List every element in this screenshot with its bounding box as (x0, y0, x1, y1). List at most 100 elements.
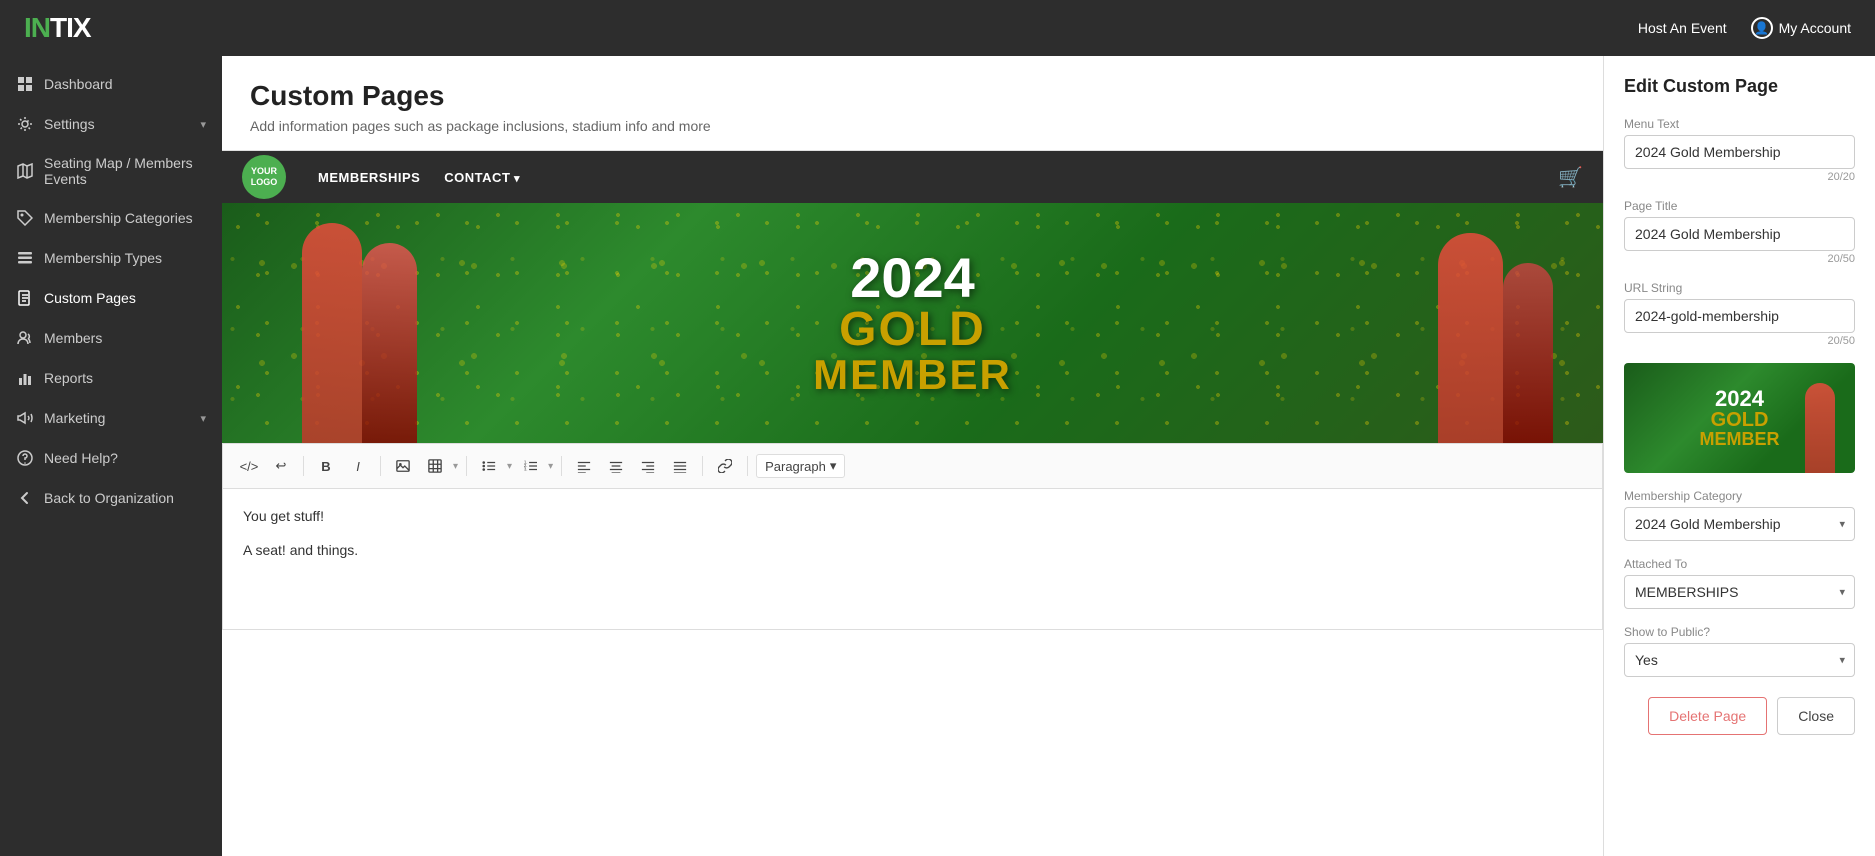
attached-to-label: Attached To (1624, 557, 1855, 571)
toolbar-table-btn[interactable] (421, 452, 449, 480)
athlete-figure-3 (1438, 233, 1503, 443)
bullet-dropdown-arrow[interactable]: ▾ (507, 461, 512, 472)
membership-category-select[interactable]: 2024 Gold Membership Silver Membership B… (1624, 507, 1855, 541)
preview-nav: YOUR LOGO MEMBERSHIPS CONTACT 🛒 (222, 151, 1603, 203)
sidebar-label-marketing: Marketing (44, 410, 105, 426)
thumb-member: MEMBER (1700, 430, 1780, 448)
chevron-down-icon-marketing: ▾ (200, 412, 206, 425)
editor-toolbar: </> ↩ B I ▾ (223, 444, 1602, 489)
toolbar-italic-btn[interactable]: I (344, 452, 372, 480)
sidebar-item-membership-types[interactable]: Membership Types (0, 238, 222, 278)
toolbar-num-list-btn[interactable]: 1.2.3. (516, 452, 544, 480)
menu-text-count: 20/20 (1624, 171, 1855, 183)
top-nav-right: Host An Event 👤 My Account (1638, 17, 1851, 39)
toolbar-justify-btn[interactable] (666, 452, 694, 480)
grid-icon (16, 75, 34, 93)
page-title-group: Page Title 20/50 (1624, 199, 1855, 265)
sidebar-label-settings: Settings (44, 116, 95, 132)
thumb-athlete (1805, 383, 1835, 473)
page-title-input[interactable] (1624, 217, 1855, 251)
athlete-figure-4 (1503, 263, 1553, 443)
preview-logo-text: YOUR LOGO (242, 166, 286, 188)
membership-category-group: Membership Category 2024 Gold Membership… (1624, 489, 1855, 541)
toolbar-code-btn[interactable]: </> (235, 452, 263, 480)
athlete-figure-2 (362, 243, 417, 443)
show-to-public-group: Show to Public? Yes No ▾ (1624, 625, 1855, 677)
sidebar-item-dashboard[interactable]: Dashboard (0, 64, 222, 104)
sidebar-item-members[interactable]: Members (0, 318, 222, 358)
url-string-label: URL String (1624, 281, 1855, 295)
sidebar-item-back-to-org[interactable]: Back to Organization (0, 478, 222, 518)
toolbar-link-btn[interactable] (711, 452, 739, 480)
sidebar-item-seating-map[interactable]: Seating Map / Members Events (0, 144, 222, 198)
toolbar-image-btn[interactable] (389, 452, 417, 480)
toolbar-bold-btn[interactable]: B (312, 452, 340, 480)
menu-text-group: Menu Text 20/20 (1624, 117, 1855, 183)
page-title-label: Page Title (1624, 199, 1855, 213)
svg-text:3.: 3. (524, 466, 528, 471)
paragraph-arrow: ▾ (830, 458, 837, 474)
hero-gold: GOLD (813, 306, 1012, 354)
megaphone-icon (16, 409, 34, 427)
sidebar-label-members: Members (44, 330, 102, 346)
panel-title: Edit Custom Page (1624, 76, 1855, 97)
editor-content[interactable]: You get stuff! A seat! and things. (223, 489, 1602, 629)
attached-to-wrapper: MEMBERSHIPS EVENTS ▾ (1624, 575, 1855, 609)
attached-to-select[interactable]: MEMBERSHIPS EVENTS (1624, 575, 1855, 609)
toolbar-separator-2 (380, 456, 381, 476)
toolbar-undo-btn[interactable]: ↩ (267, 452, 295, 480)
sidebar-label-dashboard: Dashboard (44, 76, 113, 92)
page-icon (16, 289, 34, 307)
delete-page-button[interactable]: Delete Page (1648, 697, 1767, 735)
sidebar-label-seating-map: Seating Map / Members Events (44, 155, 206, 187)
logo[interactable]: INTIX (24, 12, 91, 44)
membership-category-label: Membership Category (1624, 489, 1855, 503)
toolbar-separator-1 (303, 456, 304, 476)
host-event-link[interactable]: Host An Event (1638, 20, 1727, 36)
sidebar-item-settings[interactable]: Settings ▾ (0, 104, 222, 144)
table-dropdown-arrow[interactable]: ▾ (453, 461, 458, 472)
page-title: Custom Pages (250, 80, 1575, 112)
content-area: Custom Pages Add information pages such … (222, 56, 1875, 856)
page-subtitle: Add information pages such as package in… (250, 118, 1575, 134)
athlete-figure-1 (302, 223, 362, 443)
show-to-public-label: Show to Public? (1624, 625, 1855, 639)
sidebar-item-marketing[interactable]: Marketing ▾ (0, 398, 222, 438)
sidebar-item-need-help[interactable]: Need Help? (0, 438, 222, 478)
toolbar-bullet-list-btn[interactable] (475, 452, 503, 480)
show-to-public-select[interactable]: Yes No (1624, 643, 1855, 677)
preview-nav-memberships[interactable]: MEMBERSHIPS (318, 170, 420, 185)
toolbar-separator-3 (466, 456, 467, 476)
url-string-input[interactable] (1624, 299, 1855, 333)
list-icon (16, 249, 34, 267)
toolbar-align-left-btn[interactable] (570, 452, 598, 480)
main-content: Custom Pages Add information pages such … (222, 56, 1603, 856)
logo-text: INTIX (24, 12, 91, 44)
thumbnail-preview: 2024 GOLD MEMBER (1624, 363, 1855, 473)
main-layout: Dashboard Settings ▾ Seating Map / Membe… (0, 56, 1875, 856)
menu-text-input[interactable] (1624, 135, 1855, 169)
tag-icon (16, 209, 34, 227)
preview-nav-links: MEMBERSHIPS CONTACT (318, 170, 1558, 185)
hero-year: 2024 (813, 250, 1012, 306)
sidebar-label-reports: Reports (44, 370, 93, 386)
sidebar: Dashboard Settings ▾ Seating Map / Membe… (0, 56, 222, 856)
users-icon (16, 329, 34, 347)
toolbar-paragraph-select[interactable]: Paragraph ▾ (756, 454, 845, 478)
sidebar-item-reports[interactable]: Reports (0, 358, 222, 398)
preview-logo: YOUR LOGO (242, 155, 286, 199)
editor-line-1: You get stuff! (243, 505, 1582, 527)
cart-icon[interactable]: 🛒 (1558, 165, 1583, 190)
close-button[interactable]: Close (1777, 697, 1855, 735)
toolbar-align-right-btn[interactable] (634, 452, 662, 480)
my-account-button[interactable]: 👤 My Account (1751, 17, 1851, 39)
paragraph-label: Paragraph (765, 459, 826, 474)
preview-nav-contact[interactable]: CONTACT (444, 170, 520, 185)
gear-icon (16, 115, 34, 133)
toolbar-align-center-btn[interactable] (602, 452, 630, 480)
sidebar-item-membership-categories[interactable]: Membership Categories (0, 198, 222, 238)
sidebar-label-custom-pages: Custom Pages (44, 290, 136, 306)
sidebar-item-custom-pages[interactable]: Custom Pages (0, 278, 222, 318)
num-list-dropdown-arrow[interactable]: ▾ (548, 461, 553, 472)
page-header: Custom Pages Add information pages such … (222, 56, 1603, 151)
